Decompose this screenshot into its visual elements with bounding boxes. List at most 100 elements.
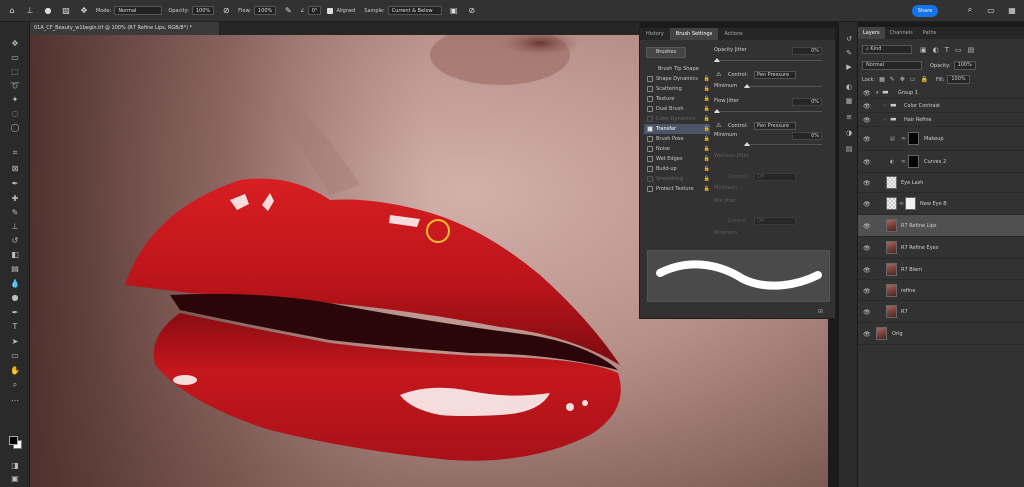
opacity-jitter-input[interactable]: 0% — [792, 47, 822, 55]
home-icon[interactable]: ⌂ — [6, 5, 18, 17]
control-select[interactable]: Pen Pressure — [754, 122, 796, 130]
quick-select-tool-icon[interactable]: ✦ — [8, 94, 22, 105]
layer-mask-thumbnail[interactable] — [908, 132, 919, 145]
list-item-brush-pose[interactable]: Brush Pose 🔓 — [644, 134, 710, 144]
smoothing-checkbox[interactable] — [647, 176, 653, 182]
tab-channels[interactable]: Channels — [885, 27, 918, 39]
protect-texture-checkbox[interactable] — [647, 186, 653, 192]
angle-input[interactable]: 0° — [307, 6, 322, 15]
control-select[interactable]: Pen Pressure — [754, 71, 796, 79]
visibility-eye-icon[interactable]: 👁 — [863, 117, 871, 124]
visibility-eye-icon[interactable]: 👁 — [863, 245, 871, 252]
clone-stamp-tool-icon[interactable]: ⊥ — [8, 221, 22, 232]
expand-chevron-icon[interactable]: ▾ — [876, 90, 879, 96]
minimum-slider[interactable] — [744, 142, 830, 146]
more-tools-icon[interactable]: ⋯ — [8, 395, 22, 406]
link-chain-icon[interactable]: ∞ — [899, 200, 904, 207]
path-select-tool-icon[interactable]: ➤ — [8, 336, 22, 347]
clone-source-icon[interactable]: ✥ — [78, 5, 90, 17]
lock-pixels-icon[interactable]: ✎ — [890, 76, 895, 83]
shape-filter-icon[interactable]: ▭ — [955, 46, 962, 54]
tab-brush-settings[interactable]: Brush Settings — [669, 28, 719, 40]
layer-opacity-input[interactable]: 100% — [953, 61, 976, 70]
document-tab[interactable]: 01A_CF_Beauty_w1begin.tif @ 100% (R7 Ref… — [30, 22, 220, 35]
color-panel-icon[interactable]: ◐ — [844, 82, 854, 92]
rectangle-tool-icon[interactable]: ▭ — [8, 350, 22, 361]
kind-filter-select[interactable]: ⌕ Kind — [862, 45, 912, 54]
blur-tool-icon[interactable]: 💧 — [8, 278, 22, 289]
flow-input[interactable]: 100% — [254, 6, 277, 15]
spot-healing-tool-icon[interactable]: ✚ — [8, 193, 22, 204]
lock-icon[interactable]: 🔓 — [704, 84, 710, 94]
history-panel-icon[interactable]: ↺ — [844, 34, 854, 44]
brush-settings-panel-icon[interactable]: ✎ — [844, 48, 854, 58]
mode-select[interactable]: Normal — [114, 6, 163, 15]
expand-chevron-icon[interactable]: › — [884, 103, 886, 109]
shape-dynamics-checkbox[interactable] — [647, 76, 653, 82]
layer-row-hair-refine[interactable]: 👁 › ▬ Hair Refine — [858, 113, 1024, 127]
visibility-eye-icon[interactable]: 👁 — [863, 267, 871, 274]
pixel-filter-icon[interactable]: ▣ — [920, 46, 927, 54]
minimum-slider[interactable] — [744, 84, 830, 88]
visibility-eye-icon[interactable]: 👁 — [863, 180, 871, 187]
slider-thumb[interactable] — [744, 142, 750, 146]
adjustments-panel-icon[interactable]: ◑ — [844, 128, 854, 138]
lock-icon[interactable]: 🔓 — [704, 134, 710, 144]
layer-row-group-1[interactable]: 👁 ▾ ▬ Group 1 — [858, 87, 1024, 99]
layer-row-refine[interactable]: 👁 refine — [858, 280, 1024, 301]
clone-stamp-tool-icon[interactable]: ⊥ — [24, 5, 36, 17]
share-button[interactable]: Share — [912, 5, 938, 17]
lock-icon[interactable]: 🔓 — [704, 104, 710, 114]
layer-row-r7-blem[interactable]: 👁 R7 Blem — [858, 259, 1024, 280]
quick-mask-icon[interactable]: ◨ — [8, 460, 22, 471]
texture-checkbox[interactable] — [647, 96, 653, 102]
list-item-shape-dynamics[interactable]: Shape Dynamics 🔓 — [644, 74, 710, 84]
list-item-scattering[interactable]: Scattering 🔓 — [644, 84, 710, 94]
arrange-icon[interactable]: ▦ — [1006, 4, 1018, 16]
list-item-protect-texture[interactable]: Protect Texture 🔓 — [644, 184, 710, 194]
tab-actions[interactable]: Actions — [718, 28, 748, 40]
smart-object-filter-icon[interactable]: ▤ — [968, 46, 975, 54]
lock-all-icon[interactable]: 🔒 — [921, 76, 928, 83]
lock-icon[interactable]: 🔓 — [704, 184, 710, 194]
brushes-button[interactable]: Brushes — [646, 47, 686, 58]
lock-icon[interactable]: 🔓 — [704, 144, 710, 154]
brush-settings-toggle-icon[interactable]: ▨ — [60, 5, 72, 17]
airbrush-icon[interactable]: ✎ — [282, 5, 294, 17]
list-item-build-up[interactable]: Build-up 🔓 — [644, 164, 710, 174]
lock-icon[interactable]: 🔓 — [704, 114, 710, 124]
lock-icon[interactable]: 🔓 — [704, 154, 710, 164]
visibility-eye-icon[interactable]: 👁 — [863, 136, 871, 143]
list-item-transfer[interactable]: Transfer 🔓 — [644, 124, 710, 134]
color-dynamics-checkbox[interactable] — [647, 116, 653, 122]
dodge-tool-icon[interactable]: ● — [8, 292, 22, 303]
minimum-input[interactable]: 0% — [792, 132, 822, 140]
list-item-noise[interactable]: Noise 🔓 — [644, 144, 710, 154]
ignore-adjustments-icon[interactable]: ▣ — [448, 5, 460, 17]
adjustment-filter-icon[interactable]: ◐ — [933, 46, 939, 54]
new-brush-icon[interactable]: ⊞ — [818, 308, 823, 315]
list-item-dual-brush[interactable]: Dual Brush 🔓 — [644, 104, 710, 114]
layer-row-orig[interactable]: 👁 Orig — [858, 323, 1024, 345]
visibility-eye-icon[interactable]: 👁 — [863, 309, 871, 316]
build-up-checkbox[interactable] — [647, 166, 653, 172]
scattering-checkbox[interactable] — [647, 86, 653, 92]
blend-mode-select[interactable]: Normal — [862, 61, 922, 70]
type-filter-icon[interactable]: T — [945, 46, 949, 54]
lock-transparency-icon[interactable]: ▦ — [879, 76, 885, 83]
lock-icon[interactable]: 🔓 — [704, 74, 710, 84]
opacity-input[interactable]: 100% — [191, 6, 215, 15]
fill-input[interactable]: 100% — [947, 75, 970, 84]
expand-chevron-icon[interactable]: › — [884, 117, 886, 123]
flow-jitter-slider[interactable] — [714, 109, 830, 113]
lock-icon[interactable]: 🔓 — [704, 124, 710, 134]
visibility-eye-icon[interactable]: 👁 — [863, 159, 871, 166]
screen-mode-icon[interactable]: ▣ — [8, 473, 22, 484]
pen-tool-icon[interactable]: ✒ — [8, 307, 22, 318]
foreground-color-swatch[interactable] — [9, 436, 18, 445]
brush-preset-icon[interactable]: ● — [42, 5, 54, 17]
noise-checkbox[interactable] — [647, 146, 653, 152]
layer-thumbnail[interactable] — [886, 176, 897, 189]
link-chain-icon[interactable]: ∞ — [901, 135, 906, 142]
visibility-eye-icon[interactable]: 👁 — [863, 331, 871, 338]
